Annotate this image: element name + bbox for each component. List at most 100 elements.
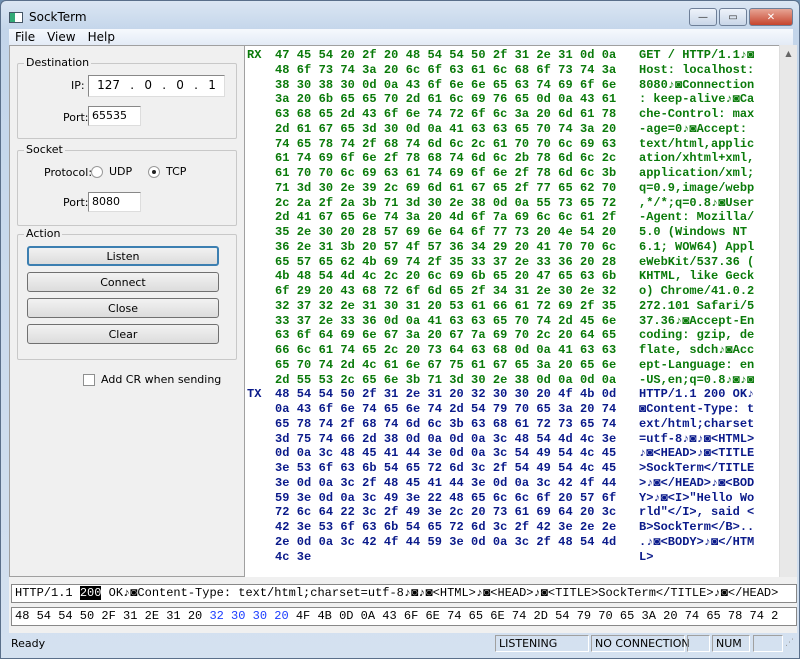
ascii-text: application/xml; (639, 166, 755, 180)
hex-bytes: 3d 75 74 66 2d 38 0d 0a 0d 0a 3c 48 54 4… (275, 431, 617, 446)
ascii-text: eWebKit/537.36 ( (639, 254, 755, 269)
ascii-text: 5.0 (Windows NT (639, 225, 755, 239)
send-hex-before: 48 54 54 50 2F 31 2E 31 20 (15, 609, 210, 623)
tx-tag: TX (247, 387, 262, 402)
maximize-button[interactable]: ▭ (719, 8, 747, 26)
hex-bytes: 36 2e 31 3b 20 57 4f 57 36 34 29 20 41 7… (275, 239, 617, 254)
hex-bytes: 0a 43 6f 6e 74 65 6e 74 2d 54 79 70 65 3… (275, 402, 617, 416)
hex-bytes: 61 74 69 6f 6e 2f 78 68 74 6d 6c 2b 78 6… (275, 151, 617, 166)
scroll-up-icon[interactable]: ▲ (780, 45, 797, 62)
ascii-text: GET / HTTP/1.1♪◙ (639, 48, 755, 62)
ascii-text: L> (639, 549, 654, 564)
ascii-text: B>SockTerm</B>.. (639, 520, 755, 534)
ascii-text: -Agent: Mozilla/ (639, 210, 755, 225)
hex-bytes: 32 37 32 2e 31 30 31 20 53 61 66 61 72 6… (275, 298, 617, 313)
ip-octet-2[interactable]: 0 (144, 78, 152, 94)
hex-bytes: 65 57 65 62 4b 69 74 2f 35 33 37 2e 33 3… (275, 254, 617, 269)
close-window-button[interactable]: ✕ (749, 8, 793, 26)
hex-bytes: 38 30 38 30 0d 0a 43 6f 6e 6e 65 63 74 6… (275, 77, 617, 92)
hex-bytes: 65 70 74 2d 4c 61 6e 67 75 61 67 65 3a 2… (275, 357, 617, 372)
hex-bytes: 0d 0a 3c 48 45 41 44 3e 0d 0a 3c 54 49 5… (275, 446, 617, 461)
udp-radio[interactable]: UDP (91, 165, 132, 178)
ascii-text: 8080♪◙Connection (639, 77, 755, 92)
vertical-scrollbar[interactable]: ▲ (779, 45, 797, 577)
ascii-text: o) Chrome/41.0.2 (639, 284, 755, 298)
send-hex-highlight: 32 30 30 20 (209, 609, 289, 623)
title-bar: SockTerm (9, 7, 87, 27)
udp-label: UDP (109, 165, 133, 178)
status-pane-empty-1 (687, 635, 710, 652)
close-button[interactable]: Close (27, 298, 219, 318)
status-text: Ready (11, 637, 46, 650)
add-cr-label: Add CR when sending (101, 373, 222, 386)
ascii-text: .♪◙<BODY>♪◙</HTM (639, 534, 755, 549)
hex-bytes: 6f 29 20 43 68 72 6f 6d 65 2f 34 31 2e 3… (275, 284, 617, 298)
ascii-text: che-Control: max (639, 107, 755, 121)
protocol-label: Protocol: (44, 166, 93, 179)
hex-bytes: 63 68 65 2d 43 6f 6e 74 72 6f 6c 3a 20 6… (275, 107, 617, 121)
dest-port-input[interactable]: 65535 (88, 106, 141, 126)
ip-octet-3[interactable]: 0 (176, 78, 184, 94)
socket-port-label: Port: (63, 196, 89, 209)
ascii-text: ,*/*;q=0.8♪◙User (639, 195, 755, 210)
ascii-text: : keep-alive♪◙Ca (639, 92, 755, 107)
ascii-text: flate, sdch♪◙Acc (639, 343, 755, 357)
client-area: Destination IP: 127. 0. 0. 1 Port: 65535… (9, 45, 797, 633)
hex-bytes: 74 65 78 74 2f 68 74 6d 6c 2c 61 70 70 6… (275, 136, 617, 151)
menu-help[interactable]: Help (82, 29, 121, 45)
hex-bytes: 4b 48 54 4d 4c 2c 20 6c 69 6b 65 20 47 6… (275, 269, 617, 284)
ascii-text: ext/html;charset (639, 416, 755, 431)
hex-bytes: 61 70 70 6c 69 63 61 74 69 6f 6e 2f 78 6… (275, 166, 617, 180)
ascii-text: 272.101 Safari/5 (639, 298, 755, 313)
socket-port-input[interactable]: 8080 (88, 192, 141, 212)
send-text-input[interactable]: HTTP/1.1 200 OK♪◙Content-Type: text/html… (11, 584, 797, 603)
hex-bytes: 63 6f 64 69 6e 67 3a 20 67 7a 69 70 2c 2… (275, 328, 617, 343)
connect-button[interactable]: Connect (27, 272, 219, 292)
ascii-text: HTTP/1.1 200 OK♪ (639, 387, 755, 402)
checkbox-icon (83, 373, 95, 386)
hex-bytes: 3a 20 6b 65 65 70 2d 61 6c 69 76 65 0d 0… (275, 92, 617, 107)
hex-bytes: 59 3e 0d 0a 3c 49 3e 22 48 65 6c 6c 6f 2… (275, 490, 617, 505)
resize-grip-icon[interactable]: ⋰ (785, 638, 794, 648)
ascii-text: q=0.9,image/webp (639, 180, 755, 195)
socket-group: Socket Protocol: UDP TCP Port: 8080 (17, 143, 237, 226)
ascii-text: >SockTerm</TITLE (639, 461, 755, 475)
listen-button[interactable]: Listen (27, 246, 219, 266)
menu-file[interactable]: File (9, 29, 41, 45)
hex-bytes: 2d 41 67 65 6e 74 3a 20 4d 6f 7a 69 6c 6… (275, 210, 617, 225)
ascii-text: =utf-8♪◙♪◙<HTML> (639, 431, 755, 446)
hex-bytes: 33 37 2e 33 36 0d 0a 41 63 63 65 70 74 2… (275, 313, 617, 328)
ip-octet-1[interactable]: 127 (97, 78, 120, 94)
hex-bytes: 48 6f 73 74 3a 20 6c 6f 63 61 6c 68 6f 7… (275, 62, 617, 77)
radio-circle-icon (91, 165, 103, 178)
send-hex-after: 4F 4B 0D 0A 43 6F 6E 74 65 6E 74 2D 54 7… (288, 609, 779, 623)
hex-bytes: 42 3e 53 6f 63 6b 54 65 72 6d 3c 2f 42 3… (275, 520, 617, 534)
ip-octet-4[interactable]: 1 (208, 78, 216, 94)
ip-address-field[interactable]: 127. 0. 0. 1 (88, 75, 225, 97)
add-cr-checkbox[interactable]: Add CR when sending (83, 373, 221, 386)
socket-legend: Socket (24, 143, 65, 156)
hex-bytes: 48 54 54 50 2f 31 2e 31 20 32 30 30 20 4… (275, 387, 617, 402)
hex-bytes: 2e 0d 0a 3c 42 4f 44 59 3e 0d 0a 3c 2f 4… (275, 534, 617, 549)
hex-bytes: 71 3d 30 2e 39 2c 69 6d 61 67 65 2f 77 6… (275, 180, 617, 195)
ascii-text: Y>♪◙<I>"Hello Wo (639, 490, 755, 505)
hex-bytes: 66 6c 61 74 65 2c 20 73 64 63 68 0d 0a 4… (275, 343, 617, 357)
ascii-text: ◙Content-Type: t (639, 402, 755, 416)
ascii-text: Host: localhost: (639, 62, 755, 77)
hex-bytes: 4c 3e (275, 549, 312, 564)
hex-bytes: 2c 2a 2f 2a 3b 71 3d 30 2e 38 0d 0a 55 7… (275, 195, 617, 210)
clear-button[interactable]: Clear (27, 324, 219, 344)
send-text-selection: 200 (79, 586, 102, 600)
menu-view[interactable]: View (41, 29, 81, 45)
destination-group: Destination IP: 127. 0. 0. 1 Port: 65535 (17, 56, 237, 139)
hex-dump-view[interactable]: RX 47 45 54 20 2f 20 48 54 54 50 2f 31 2e… (245, 45, 779, 577)
send-hex-view[interactable]: 48 54 54 50 2F 31 2E 31 20 32 30 30 20 4… (11, 607, 797, 626)
minimize-button[interactable]: — (689, 8, 717, 26)
ip-label: IP: (71, 79, 85, 92)
hex-bytes: 2d 61 67 65 3d 30 0d 0a 41 63 63 65 70 7… (275, 121, 617, 136)
num-lock-indicator: NUM (712, 635, 750, 652)
hex-bytes: 47 45 54 20 2f 20 48 54 54 50 2f 31 2e 3… (275, 48, 617, 62)
action-legend: Action (24, 227, 63, 240)
tcp-radio[interactable]: TCP (148, 165, 186, 178)
ascii-text: text/html,applic (639, 136, 755, 151)
